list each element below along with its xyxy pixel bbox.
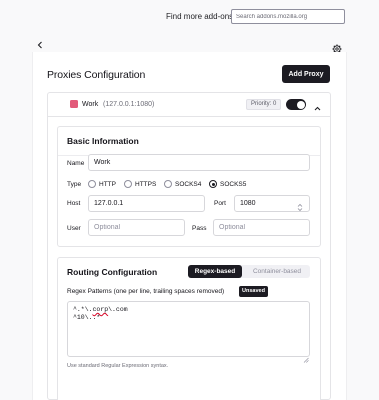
gear-icon[interactable] — [332, 41, 342, 54]
regex-line-1-prefix: ^.*\. — [73, 306, 93, 313]
resize-grip-icon[interactable] — [303, 350, 309, 363]
add-proxy-button[interactable]: Add Proxy — [282, 65, 330, 83]
user-label: User — [67, 225, 81, 232]
type-radio-http[interactable] — [88, 180, 96, 188]
proxy-color-marker — [70, 100, 78, 108]
proxy-name: Work — [82, 101, 99, 108]
type-radio-socks5[interactable] — [209, 180, 217, 188]
basic-information-title: Basic Information — [67, 136, 139, 146]
type-label-socks5: SOCKS5 — [220, 181, 247, 188]
regex-line-2: ^10\..* — [73, 314, 101, 321]
host-field[interactable] — [88, 195, 205, 212]
pass-label: Pass — [192, 225, 207, 232]
type-label-https: HTTPS — [135, 181, 157, 188]
regex-patterns-label: Regex Patterns (one per line, trailing s… — [67, 288, 225, 295]
regex-line-1-spellcheck-word: corp — [92, 306, 109, 313]
regex-based-tab[interactable]: Regex-based — [188, 265, 242, 278]
find-addons-label: Find more add-ons — [166, 12, 234, 21]
unsaved-badge: Unsaved — [239, 286, 268, 297]
toggle-knob — [296, 100, 305, 109]
name-field[interactable] — [88, 154, 310, 171]
name-label: Name — [67, 160, 85, 167]
type-label-socks4: SOCKS4 — [175, 181, 202, 188]
pass-field[interactable] — [213, 219, 310, 236]
port-label: Port — [214, 200, 226, 207]
chevron-up-icon[interactable] — [313, 100, 322, 111]
user-field[interactable] — [88, 219, 185, 236]
regex-line-1-suffix: \.com — [108, 306, 128, 313]
container-based-tab[interactable]: Container-based — [244, 265, 310, 278]
type-radio-https[interactable] — [124, 180, 132, 188]
page-title: Proxies Configuration — [47, 69, 146, 81]
priority-badge: Priority: 0 — [246, 99, 282, 110]
routing-configuration-title: Routing Configuration — [67, 267, 158, 277]
regex-line-1: ^.*\.corp\.com — [73, 306, 304, 314]
addons-search-input[interactable] — [231, 9, 345, 24]
proxy-address: (127.0.0.1:1080) — [103, 101, 155, 108]
regex-hint: Use standard Regular Expression syntax. — [67, 363, 169, 369]
regex-patterns-textarea[interactable]: ^.*\.corp\.com ^10\..* — [67, 301, 310, 357]
proxy-enabled-toggle[interactable] — [286, 99, 306, 110]
type-radio-socks4[interactable] — [164, 180, 172, 188]
type-label: Type — [67, 181, 82, 188]
port-stepper-icon[interactable] — [297, 199, 303, 212]
chevron-left-icon[interactable] — [35, 40, 45, 50]
host-label: Host — [67, 200, 81, 207]
type-label-http: HTTP — [99, 181, 116, 188]
